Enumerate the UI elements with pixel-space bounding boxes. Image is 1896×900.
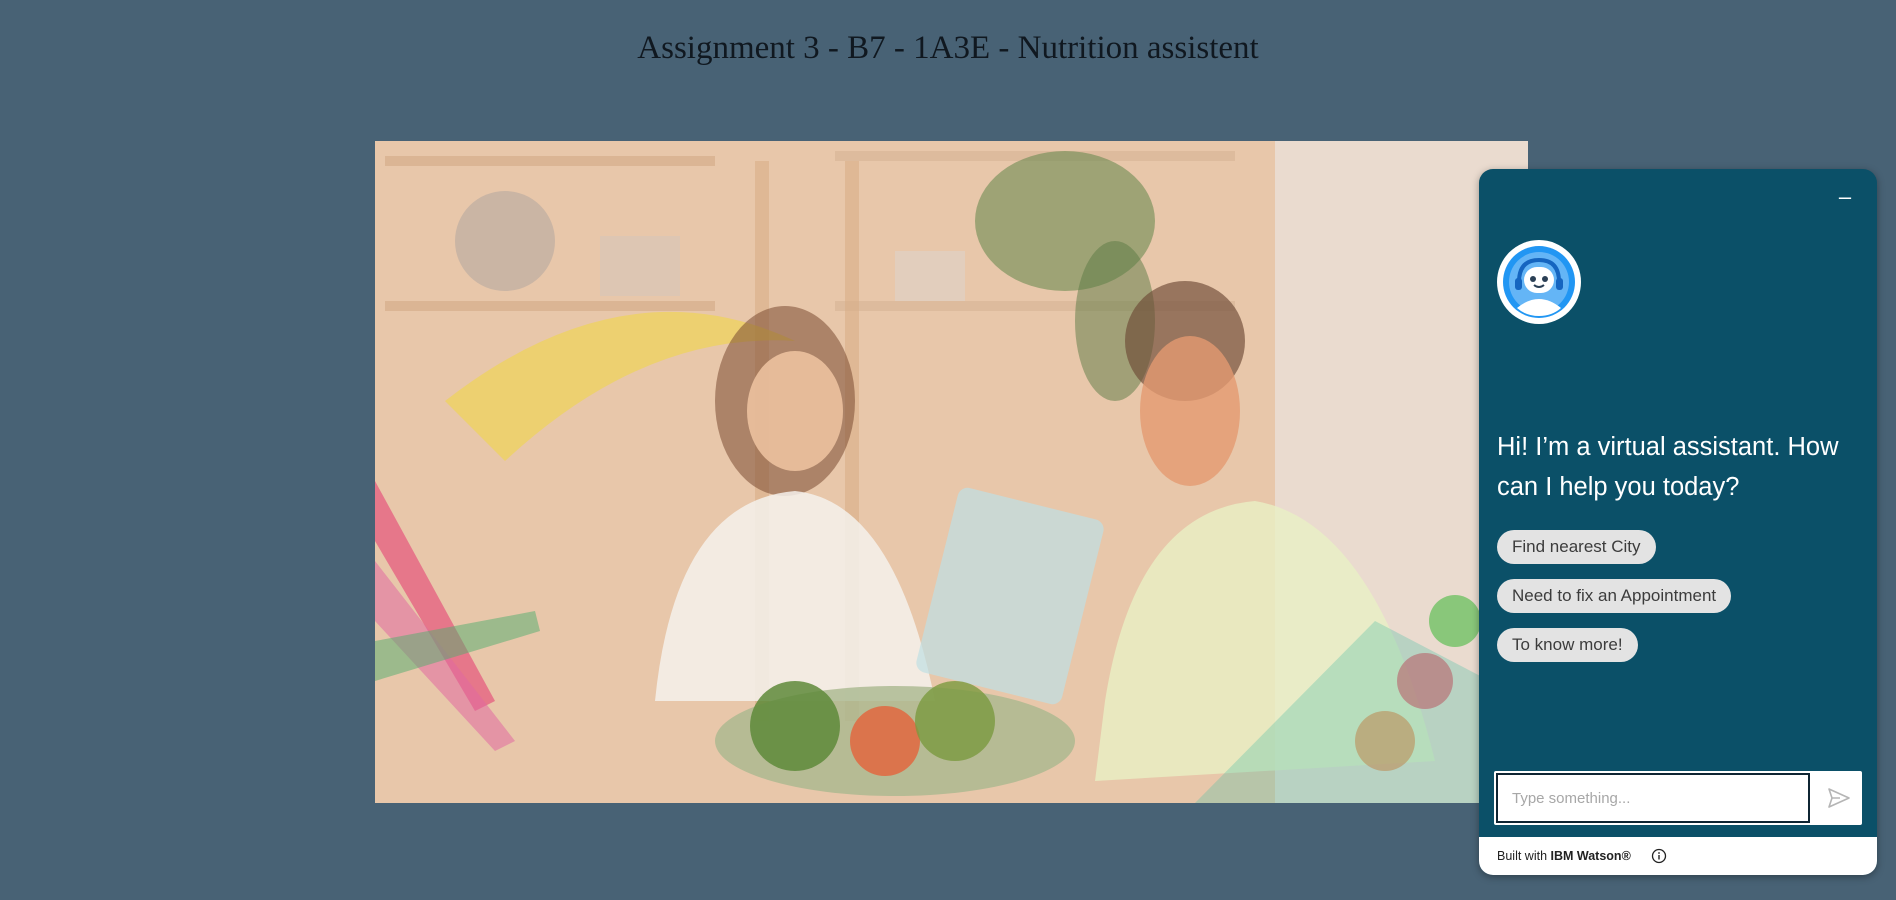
- message-input[interactable]: [1496, 773, 1810, 823]
- page-title: Assignment 3 - B7 - 1A3E - Nutrition ass…: [637, 30, 1259, 66]
- widget-footer: Built with IBM Watson®: [1479, 837, 1877, 875]
- built-with-label: Built with IBM Watson®: [1497, 849, 1631, 863]
- nutritionist-consultation-photo: [375, 141, 1528, 803]
- option-find-nearest-city[interactable]: Find nearest City: [1497, 530, 1656, 564]
- bot-avatar-icon: [1497, 240, 1581, 324]
- minimize-icon[interactable]: –: [1835, 186, 1855, 208]
- send-icon[interactable]: [1826, 786, 1852, 810]
- greeting-message: Hi! I’m a virtual assistant. How can I h…: [1497, 433, 1839, 501]
- message-composer: [1494, 771, 1862, 825]
- hero-image: [375, 141, 1528, 803]
- option-fix-appointment[interactable]: Need to fix an Appointment: [1497, 579, 1732, 613]
- option-know-more[interactable]: To know more!: [1497, 628, 1638, 662]
- quick-reply-options: Find nearest City Need to fix an Appoint…: [1497, 530, 1732, 677]
- brand-name: IBM Watson®: [1550, 849, 1631, 863]
- chat-widget: – Hi! I’m a virtual assistant. How can I…: [1479, 169, 1877, 875]
- info-icon[interactable]: [1651, 848, 1667, 864]
